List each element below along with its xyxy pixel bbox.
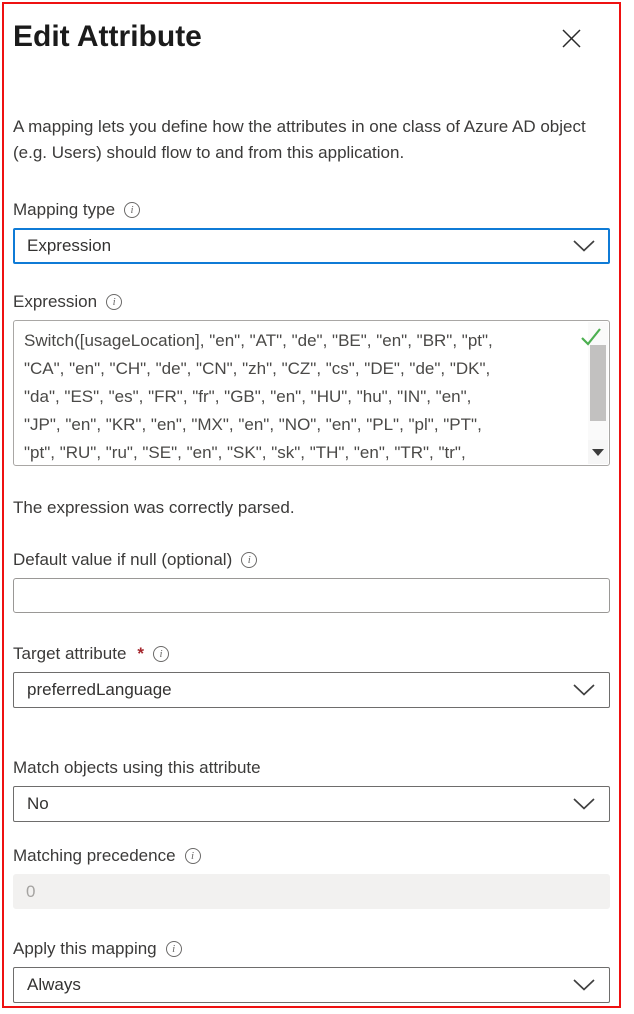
target-attribute-group: Target attribute * i preferredLanguage [13,644,610,708]
chevron-down-icon [573,979,595,991]
mapping-type-label: Mapping type [13,200,115,220]
parse-status-text: The expression was correctly parsed. [13,498,610,518]
mapping-type-value: Expression [27,236,111,256]
target-attribute-dropdown[interactable]: preferredLanguage [13,672,610,708]
scrollbar-thumb[interactable] [590,345,606,421]
default-value-input[interactable] [13,578,610,613]
apply-mapping-dropdown[interactable]: Always [13,967,610,1003]
close-button[interactable] [555,22,588,55]
scroll-down-arrow-icon [592,449,604,456]
target-attribute-label: Target attribute [13,644,126,664]
apply-mapping-group: Apply this mapping i Always [13,939,610,1003]
info-icon[interactable]: i [153,646,169,662]
edit-attribute-panel: Edit Attribute A mapping lets you define… [2,2,621,1008]
matching-precedence-group: Matching precedence i [13,846,610,909]
panel-description: A mapping lets you define how the attrib… [13,114,598,166]
mapping-type-dropdown[interactable]: Expression [13,228,610,264]
matching-precedence-input [13,874,610,909]
expression-textarea[interactable]: Switch([usageLocation], "en", "AT", "de"… [13,320,610,466]
match-objects-value: No [27,794,49,814]
info-icon[interactable]: i [124,202,140,218]
info-icon[interactable]: i [166,941,182,957]
expression-text: Switch([usageLocation], "en", "AT", "de"… [14,324,585,465]
target-attribute-value: preferredLanguage [27,680,172,700]
apply-mapping-label: Apply this mapping [13,939,157,959]
page-title: Edit Attribute [13,18,202,56]
match-objects-group: Match objects using this attribute No [13,758,610,822]
chevron-down-icon [573,798,595,810]
chevron-down-icon [573,240,595,252]
validation-success-icon [579,326,603,348]
info-icon[interactable]: i [185,848,201,864]
panel-header: Edit Attribute [13,18,610,56]
expression-group: Expression i Switch([usageLocation], "en… [13,292,610,466]
default-value-label: Default value if null (optional) [13,550,232,570]
matching-precedence-label: Matching precedence [13,846,176,866]
scroll-down-button[interactable] [588,440,608,464]
info-icon[interactable]: i [106,294,122,310]
close-icon [559,26,584,51]
match-objects-dropdown[interactable]: No [13,786,610,822]
mapping-type-group: Mapping type i Expression [13,200,610,264]
chevron-down-icon [573,684,595,696]
required-asterisk: * [137,644,144,664]
info-icon[interactable]: i [241,552,257,568]
match-objects-label: Match objects using this attribute [13,758,261,778]
apply-mapping-value: Always [27,975,81,995]
default-value-group: Default value if null (optional) i [13,550,610,613]
expression-label: Expression [13,292,97,312]
